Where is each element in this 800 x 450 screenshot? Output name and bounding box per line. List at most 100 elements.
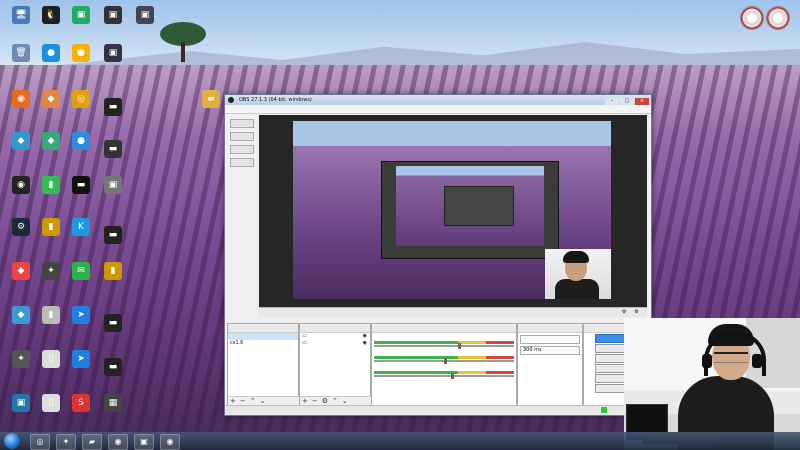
desktop-icon-app-b[interactable]: ▣ bbox=[98, 6, 128, 26]
obs-titlebar[interactable]: OBS 27.1.3 (64-bit, windows) – □ × bbox=[225, 95, 651, 105]
source-item[interactable]: ▭ ◉ bbox=[300, 340, 370, 347]
up-icon[interactable]: ⌃ bbox=[250, 397, 256, 405]
desktop-icon-app-w[interactable]: ▮ bbox=[36, 306, 66, 326]
desktop-icon-folder[interactable]: ▰ bbox=[196, 90, 226, 110]
scene-item[interactable] bbox=[228, 347, 298, 354]
desktop-icon-qq[interactable]: 🐧 bbox=[36, 6, 66, 26]
source-item[interactable]: ▭ ◉ bbox=[300, 333, 370, 340]
add-icon[interactable]: + bbox=[230, 397, 236, 405]
add-icon[interactable]: + bbox=[302, 397, 308, 405]
desktop-icon-app-z[interactable]: ✦ bbox=[6, 350, 36, 370]
maximize-button[interactable]: □ bbox=[620, 98, 634, 105]
scene-item[interactable] bbox=[228, 333, 298, 340]
taskbar-game-icon[interactable]: ▣ bbox=[134, 434, 154, 450]
taskbar-obs-icon[interactable]: ◉ bbox=[108, 434, 128, 450]
desktop-icon-app-ad[interactable]: S bbox=[66, 394, 96, 414]
desktop-icon-app-f[interactable]: ▣ bbox=[98, 44, 128, 64]
taskbar-explorer-icon[interactable]: ▰ bbox=[82, 434, 102, 450]
down-icon[interactable]: ⌄ bbox=[260, 397, 266, 405]
monitor-icon: ▭ bbox=[302, 340, 307, 346]
obs-app-icon bbox=[228, 97, 234, 103]
transition-select[interactable] bbox=[520, 335, 580, 344]
remove-icon[interactable]: − bbox=[312, 397, 318, 405]
duration-field[interactable]: 300 ms bbox=[520, 346, 580, 355]
desktop-icon-app-u[interactable]: ▮ bbox=[98, 262, 128, 282]
eye-icon[interactable]: ◉ bbox=[363, 340, 367, 347]
desktop-icon-game-a[interactable]: ◆ bbox=[36, 90, 66, 110]
desktop-icon-app-p[interactable]: ▣ bbox=[98, 176, 128, 196]
desktop-icon-doc-b[interactable]: ▯ bbox=[36, 394, 66, 414]
taskbar-ie-icon[interactable]: ◎ bbox=[30, 434, 50, 450]
app-c-icon: ▣ bbox=[136, 6, 154, 24]
desktop-icon-app-g[interactable]: ◎ bbox=[66, 90, 96, 110]
desktop-icon-wechat[interactable]: ✉ bbox=[66, 262, 96, 282]
app-e-icon: ● bbox=[72, 44, 90, 62]
scene-item[interactable] bbox=[228, 354, 298, 361]
desktop-icon-app-ab[interactable]: ▬ bbox=[98, 358, 128, 378]
desktop-icon-firefox[interactable]: ◉ bbox=[6, 90, 36, 110]
desktop-icon-app-ac[interactable]: ▣ bbox=[6, 394, 36, 414]
volume-meter bbox=[374, 371, 514, 374]
desktop-icon-app-k[interactable]: ● bbox=[66, 132, 96, 152]
desktop-icon-app-aa[interactable]: ➤ bbox=[66, 350, 96, 370]
desktop-icon-app-ae[interactable]: ▦ bbox=[98, 394, 128, 414]
desktop-icon-app-m[interactable]: ◉ bbox=[6, 176, 36, 196]
volume-slider[interactable] bbox=[374, 358, 514, 364]
desktop-icon-app-x[interactable]: ➤ bbox=[66, 306, 96, 326]
dock-button[interactable] bbox=[230, 119, 254, 128]
scene-item[interactable]: cs1.6 bbox=[228, 340, 298, 347]
desktop-icon-app-j[interactable]: ◆ bbox=[36, 132, 66, 152]
app-u-icon: ▮ bbox=[104, 262, 122, 280]
filters-button[interactable]: ⚙ bbox=[635, 308, 639, 317]
desktop-icon-app-e[interactable]: ● bbox=[66, 44, 96, 64]
taskbar-firefox-icon[interactable]: ◉ bbox=[160, 434, 180, 450]
up-icon[interactable]: ⌃ bbox=[332, 397, 338, 405]
app-g-icon: ◎ bbox=[72, 90, 90, 108]
desktop-icon-app-q[interactable]: ▮ bbox=[36, 218, 66, 238]
mixer-channel bbox=[372, 333, 516, 349]
app-j-icon: ◆ bbox=[42, 132, 60, 150]
obs-preview[interactable] bbox=[259, 115, 647, 307]
volume-slider[interactable] bbox=[374, 343, 514, 349]
obs-left-dock bbox=[227, 115, 255, 307]
desktop-icon-steam[interactable]: ⚙ bbox=[6, 218, 36, 238]
desktop-icon-app-h[interactable]: ▬ bbox=[98, 98, 128, 118]
desktop-icon-app-n[interactable]: ▮ bbox=[36, 176, 66, 196]
volume-slider[interactable] bbox=[374, 373, 514, 379]
wallpaper-tree bbox=[160, 22, 206, 62]
properties-button[interactable]: ⚙ bbox=[622, 308, 626, 317]
dock-start-button[interactable] bbox=[230, 158, 254, 167]
gauge-widget[interactable] bbox=[740, 6, 764, 30]
desktop-icon-computer[interactable]: 🖥 bbox=[6, 6, 36, 26]
obs-window[interactable]: OBS 27.1.3 (64-bit, windows) – □ × ⚙ ⚙ cs1… bbox=[224, 94, 652, 416]
monitor-icon: ▭ bbox=[302, 333, 307, 339]
desktop-icon-app-c[interactable]: ▣ bbox=[130, 6, 160, 26]
desktop-icon-app-o[interactable]: ▬ bbox=[66, 176, 96, 196]
desktop-icon-app-i[interactable]: ◆ bbox=[6, 132, 36, 152]
dock-stop-button[interactable] bbox=[230, 132, 254, 141]
desktop-icon-app-s[interactable]: ▬ bbox=[98, 226, 128, 246]
desktop-icon-app-t[interactable]: ◆ bbox=[6, 262, 36, 282]
gauge-widget-2[interactable] bbox=[766, 6, 790, 30]
eye-icon[interactable]: ◉ bbox=[363, 333, 367, 340]
desktop-icon-doc-a[interactable]: ▯ bbox=[36, 350, 66, 370]
start-button[interactable] bbox=[4, 433, 20, 449]
desktop-icon-app-a[interactable]: ▣ bbox=[66, 6, 96, 26]
desktop-icon-app-v[interactable]: ◆ bbox=[6, 306, 36, 326]
taskbar-cs-icon[interactable]: ✦ bbox=[56, 434, 76, 450]
scene-item[interactable] bbox=[228, 361, 298, 368]
desktop-icon-recycle[interactable]: 🗑 bbox=[6, 44, 36, 64]
minimize-button[interactable]: – bbox=[605, 98, 619, 105]
remove-icon[interactable]: − bbox=[240, 397, 246, 405]
close-button[interactable]: × bbox=[635, 98, 649, 105]
app-ad-icon: S bbox=[72, 394, 90, 412]
desktop-icon-cs[interactable]: ✦ bbox=[36, 262, 66, 282]
desktop-icon-app-l[interactable]: ▬ bbox=[98, 140, 128, 160]
gear-icon[interactable]: ⚙ bbox=[322, 397, 328, 405]
dock-stop-button[interactable] bbox=[230, 145, 254, 154]
desktop-icon-app-y[interactable]: ▬ bbox=[98, 314, 128, 334]
desktop-icon-app-d[interactable]: ● bbox=[36, 44, 66, 64]
obs-window-title: OBS 27.1.3 (64-bit, windows) bbox=[239, 97, 312, 103]
down-icon[interactable]: ⌄ bbox=[342, 397, 348, 405]
desktop-icon-app-r[interactable]: K bbox=[66, 218, 96, 238]
